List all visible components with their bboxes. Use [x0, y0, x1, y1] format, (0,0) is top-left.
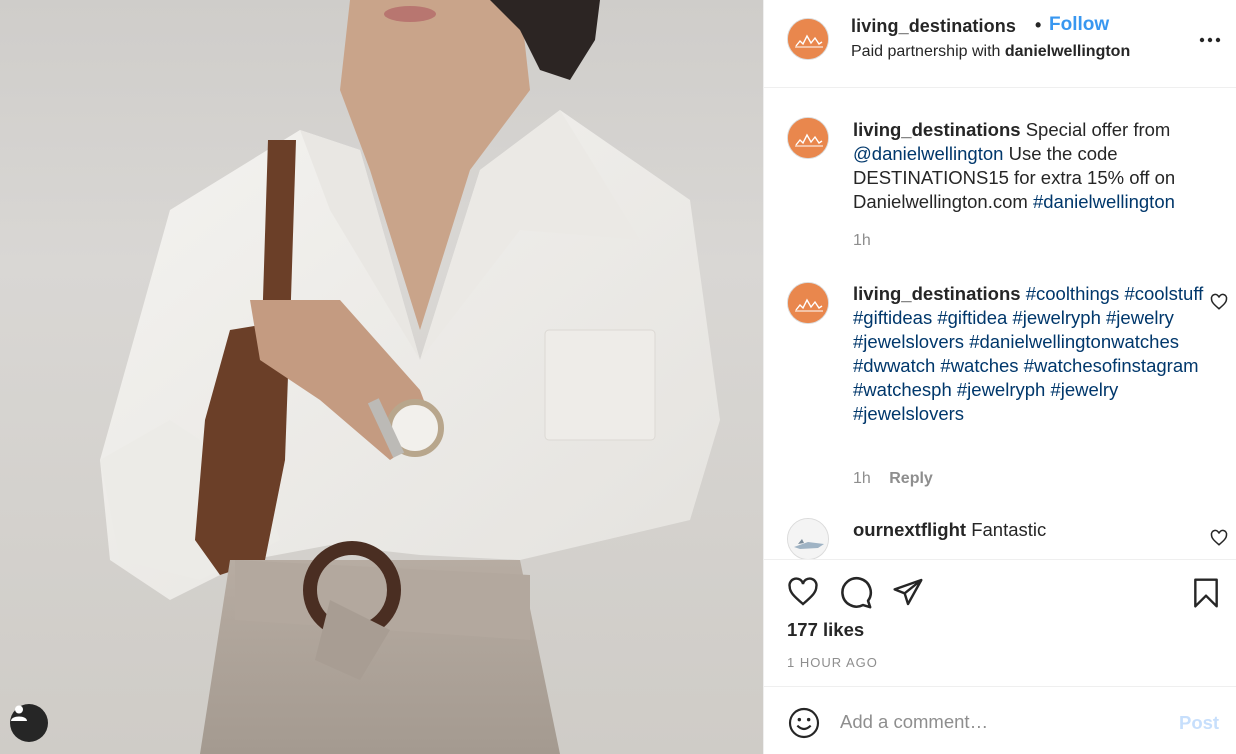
hashtag-link[interactable]: #danielwellington: [1033, 191, 1175, 212]
comment-icon[interactable]: [839, 576, 873, 610]
mention-link[interactable]: @danielwellington: [853, 143, 1003, 164]
hashtag-link[interactable]: #jewelryph: [1012, 307, 1100, 328]
comment-username[interactable]: living_destinations: [853, 119, 1021, 140]
hashtag-link[interactable]: #giftideas: [853, 307, 932, 328]
hashtag-link[interactable]: #watchesofinstagram: [1024, 355, 1199, 376]
avatar-image: [788, 283, 828, 323]
avatar[interactable]: [787, 518, 829, 559]
post-actions: 177 likes 1 HOUR AGO: [764, 559, 1236, 685]
hashtag-link[interactable]: #giftidea: [937, 307, 1007, 328]
post-image: [100, 0, 720, 754]
hashtag-link[interactable]: #dwwatch: [853, 355, 935, 376]
avatar[interactable]: [787, 18, 829, 60]
avatar[interactable]: [787, 282, 829, 324]
comment-text: living_destinations #coolthings #coolstu…: [853, 282, 1223, 426]
partner-username[interactable]: danielwellington: [1005, 43, 1130, 60]
hashtag-link[interactable]: #watches: [940, 355, 1018, 376]
comment-username[interactable]: ournextflight: [853, 519, 966, 540]
post-author-username[interactable]: living_destinations: [851, 16, 1016, 37]
separator-dot: •: [1035, 15, 1042, 35]
more-options-icon[interactable]: [1198, 30, 1222, 50]
hashtag-link[interactable]: #coolthings: [1026, 283, 1120, 304]
hashtag-link[interactable]: #jewelslovers: [853, 331, 964, 352]
reply-button[interactable]: Reply: [889, 470, 933, 487]
comment-composer: Post: [764, 686, 1236, 754]
comment-meta: 1h Reply: [853, 470, 933, 488]
caption-text: living_destinations Special offer from @…: [853, 118, 1223, 214]
post-comment-button[interactable]: Post: [1179, 712, 1219, 734]
emoji-icon[interactable]: [788, 707, 820, 739]
paid-partnership-label: Paid partnership with danielwellington: [851, 43, 1130, 61]
comment-time[interactable]: 1h: [853, 232, 871, 249]
hashtag-link[interactable]: #jewelryph: [957, 379, 1045, 400]
hashtag-link[interactable]: #danielwellingtonwatches: [969, 331, 1179, 352]
post-timestamp[interactable]: 1 HOUR AGO: [787, 655, 878, 670]
avatar-image: [788, 19, 828, 59]
post-header: living_destinations • Follow Paid partne…: [764, 0, 1236, 88]
follow-button[interactable]: Follow: [1049, 14, 1109, 36]
avatar[interactable]: [787, 117, 829, 159]
comment-input[interactable]: [840, 707, 1160, 737]
comment-time[interactable]: 1h: [853, 470, 871, 487]
heart-icon[interactable]: [786, 576, 820, 608]
hashtag-link[interactable]: #jewelry: [1050, 379, 1118, 400]
tagged-users-button[interactable]: [10, 704, 48, 742]
partnership-prefix: Paid partnership with: [851, 43, 1001, 60]
heart-icon[interactable]: [1210, 293, 1228, 311]
avatar-image: [788, 519, 828, 559]
post-photo[interactable]: [0, 0, 763, 754]
comment-username[interactable]: living_destinations: [853, 283, 1021, 304]
comments-list[interactable]: living_destinations Special offer from @…: [764, 89, 1236, 559]
comment-meta: 1h: [853, 232, 871, 250]
bookmark-icon[interactable]: [1190, 576, 1222, 610]
hashtag-link[interactable]: #jewelslovers: [853, 403, 964, 424]
heart-icon[interactable]: [1210, 529, 1228, 547]
hashtag-link[interactable]: #jewelry: [1106, 307, 1174, 328]
hashtag-link[interactable]: #coolstuff: [1124, 283, 1203, 304]
post-side-panel: living_destinations • Follow Paid partne…: [763, 0, 1236, 754]
comment-body: Special offer from: [1025, 119, 1171, 140]
hashtag-link[interactable]: #watchesph: [853, 379, 952, 400]
user-tag-icon: [11, 705, 27, 721]
like-count[interactable]: 177 likes: [787, 619, 864, 641]
share-icon[interactable]: [891, 576, 925, 608]
comment-body: Fantastic: [971, 519, 1047, 540]
comment-text: ournextflight Fantastic: [853, 518, 1223, 542]
avatar-image: [788, 118, 828, 158]
